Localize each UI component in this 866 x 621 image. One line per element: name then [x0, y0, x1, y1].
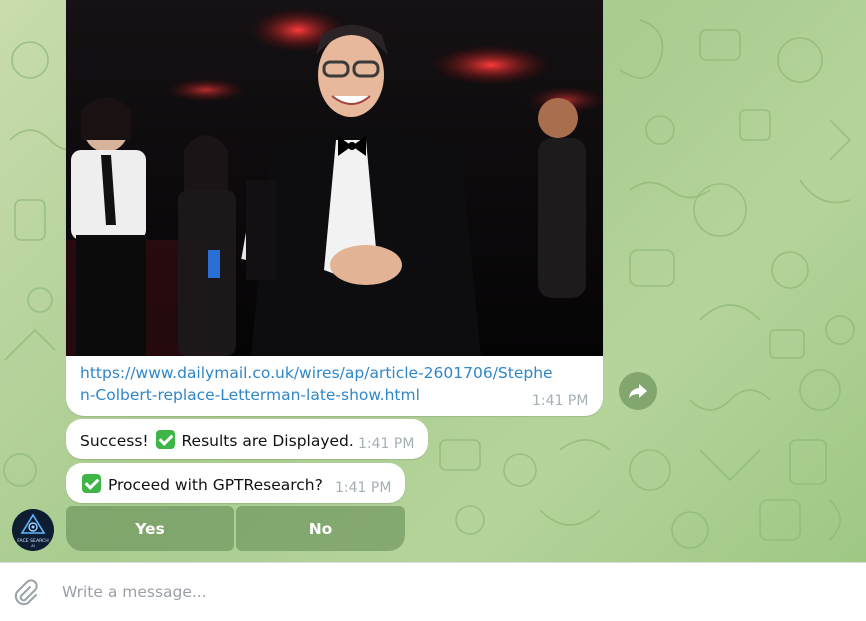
proceed-message: Proceed with GPTResearch? 1:41 PM	[66, 463, 405, 503]
yes-button[interactable]: Yes	[66, 506, 234, 551]
no-button[interactable]: No	[236, 506, 405, 551]
message-composer	[0, 562, 866, 621]
article-link[interactable]: https://www.dailymail.co.uk/wires/ap/art…	[80, 362, 560, 406]
paperclip-icon	[14, 579, 38, 606]
success-message-text: Success! Results are Displayed.	[80, 430, 354, 450]
message-input[interactable]	[62, 580, 822, 604]
success-suffix: Results are Displayed.	[181, 432, 354, 450]
check-mark-icon	[155, 430, 175, 449]
proceed-text: Proceed with GPTResearch?	[107, 476, 323, 494]
face-search-logo: FACE SEARCH AI	[12, 509, 54, 551]
bot-avatar[interactable]: FACE SEARCH AI	[12, 509, 54, 551]
attach-button[interactable]	[12, 579, 38, 607]
shared-photo[interactable]	[66, 0, 603, 356]
share-button[interactable]	[619, 372, 657, 410]
proceed-message-text: Proceed with GPTResearch?	[80, 474, 323, 494]
success-message: Success! Results are Displayed. 1:41 PM	[66, 419, 428, 459]
success-prefix: Success!	[80, 432, 149, 450]
message-timestamp: 1:41 PM	[532, 393, 589, 409]
share-arrow-icon	[629, 384, 647, 398]
photo-link-message: https://www.dailymail.co.uk/wires/ap/art…	[66, 0, 603, 416]
message-timestamp: 1:41 PM	[358, 436, 415, 452]
photo-illustration	[66, 0, 603, 356]
avatar-subcaption: AI	[31, 544, 35, 548]
message-timestamp: 1:41 PM	[335, 480, 392, 496]
check-mark-icon	[82, 474, 101, 493]
